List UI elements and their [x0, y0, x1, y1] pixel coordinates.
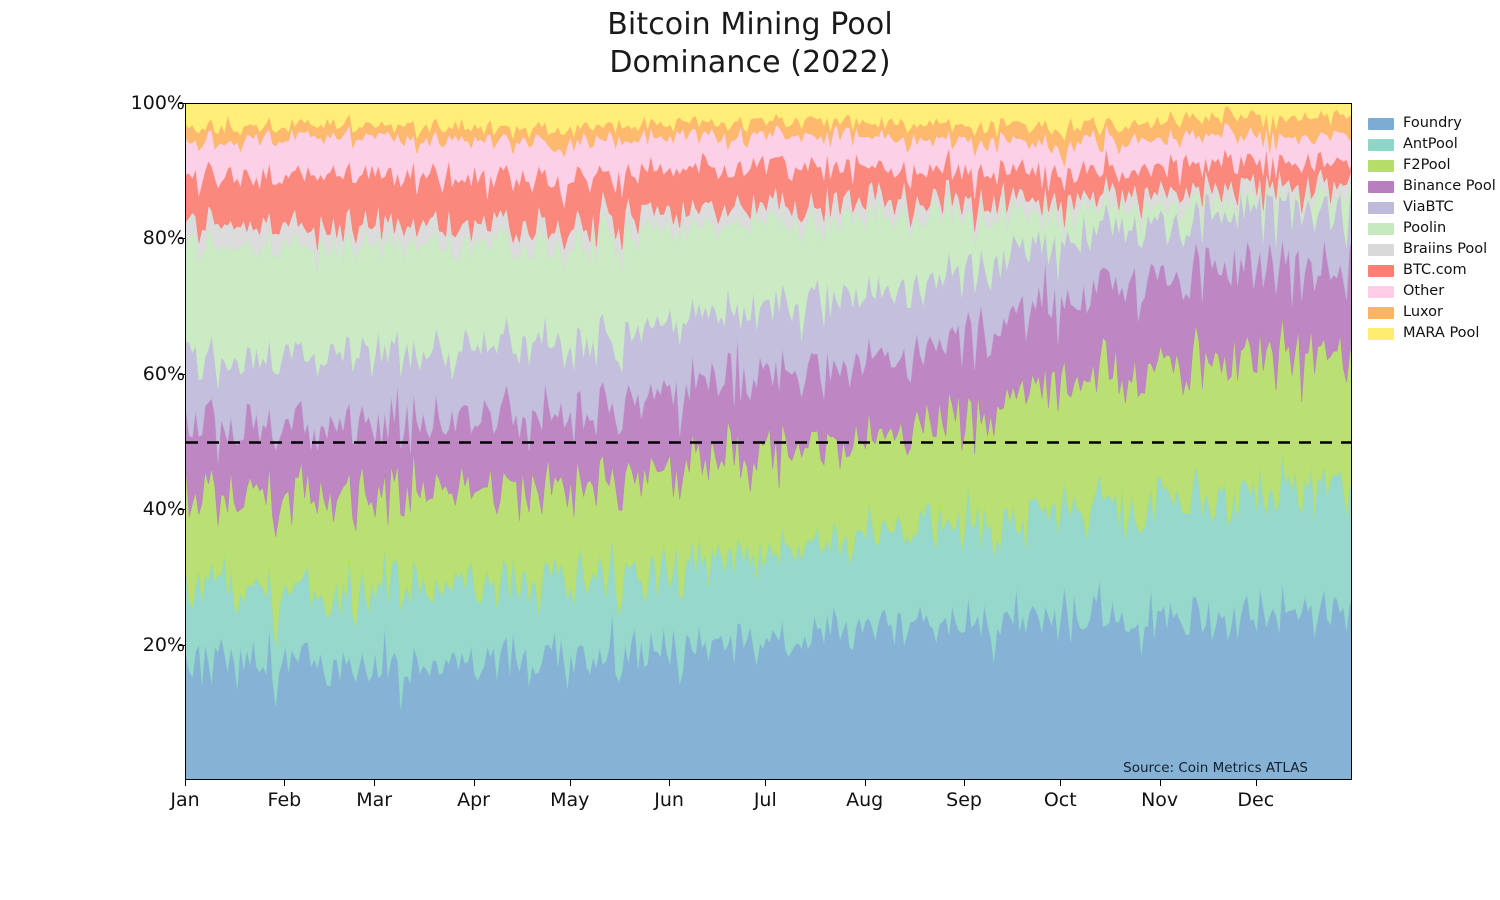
x-tick-mark [765, 780, 767, 786]
stacked-area-chart [186, 104, 1351, 779]
legend-swatch-icon [1368, 180, 1394, 193]
legend-item-mara-pool[interactable]: MARA Pool [1368, 323, 1496, 344]
y-tick-mark [179, 509, 185, 511]
x-tick-label: Sep [946, 789, 982, 811]
x-tick-label: Mar [356, 789, 393, 811]
x-tick-mark [1060, 780, 1062, 786]
legend-swatch-icon [1368, 201, 1394, 214]
x-tick-mark [473, 780, 475, 786]
legend-swatch-icon [1368, 138, 1394, 151]
x-tick-label: Aug [846, 789, 884, 811]
legend-swatch-icon [1368, 222, 1394, 235]
legend-swatch-icon [1368, 117, 1394, 130]
legend-item-btc-com[interactable]: BTC.com [1368, 260, 1496, 281]
legend-label: Other [1403, 283, 1445, 300]
x-tick-mark [374, 780, 376, 786]
y-tick-mark [179, 103, 185, 104]
legend-swatch-icon [1368, 327, 1394, 340]
plot-area [185, 103, 1352, 780]
x-tick-label: Feb [267, 789, 302, 811]
x-tick-label: May [550, 789, 590, 811]
legend-item-binance-pool[interactable]: Binance Pool [1368, 176, 1496, 197]
x-tick-label: Apr [457, 789, 490, 811]
legend-item-other[interactable]: Other [1368, 281, 1496, 302]
legend-label: F2Pool [1403, 157, 1451, 174]
legend-label: Luxor [1403, 304, 1443, 321]
legend-item-luxor[interactable]: Luxor [1368, 302, 1496, 323]
x-tick-mark [284, 780, 286, 786]
legend-swatch-icon [1368, 159, 1394, 172]
legend-label: Binance Pool [1403, 178, 1496, 195]
legend: Foundry AntPool F2Pool Binance Pool ViaBTC Po… [1368, 113, 1496, 344]
x-tick-mark [1159, 780, 1161, 786]
legend-item-f2pool[interactable]: F2Pool [1368, 155, 1496, 176]
title-line-1: Bitcoin Mining Pool [607, 7, 893, 42]
x-tick-label: Dec [1237, 789, 1275, 811]
x-tick-label: Jan [170, 789, 200, 811]
legend-swatch-icon [1368, 243, 1394, 256]
title-line-2: Dominance (2022) [609, 45, 891, 81]
legend-item-foundry[interactable]: Foundry [1368, 113, 1496, 134]
x-tick-mark [669, 780, 671, 786]
x-tick-mark [964, 780, 966, 786]
legend-label: Poolin [1403, 220, 1447, 237]
y-tick-mark [179, 644, 185, 646]
source-annotation: Source: Coin Metrics ATLAS [1123, 760, 1308, 776]
page-title: Bitcoin Mining Pool Dominance (2022) [0, 6, 1500, 83]
legend-label: BTC.com [1403, 262, 1467, 279]
legend-item-braiins-pool[interactable]: Braiins Pool [1368, 239, 1496, 260]
x-tick-mark [569, 780, 571, 786]
x-tick-mark [864, 780, 866, 786]
legend-swatch-icon [1368, 264, 1394, 277]
legend-label: AntPool [1403, 136, 1458, 153]
legend-swatch-icon [1368, 306, 1394, 319]
x-tick-label: Oct [1043, 789, 1077, 811]
x-tick-label: Jul [753, 789, 777, 811]
x-tick-mark [185, 780, 186, 786]
y-tick-label: 100% [130, 92, 185, 114]
legend-label: ViaBTC [1403, 199, 1454, 216]
y-tick-mark [179, 373, 185, 375]
x-tick-mark [1255, 780, 1257, 786]
legend-label: MARA Pool [1403, 325, 1480, 342]
legend-swatch-icon [1368, 285, 1394, 298]
legend-item-poolin[interactable]: Poolin [1368, 218, 1496, 239]
legend-item-viabtc[interactable]: ViaBTC [1368, 197, 1496, 218]
y-tick-mark [179, 238, 185, 240]
x-tick-label: Jun [654, 789, 684, 811]
legend-item-antpool[interactable]: AntPool [1368, 134, 1496, 155]
chart-figure: Bitcoin Mining Pool Dominance (2022) Sou… [0, 0, 1500, 900]
x-tick-label: Nov [1141, 789, 1179, 811]
legend-label: Braiins Pool [1403, 241, 1488, 258]
legend-label: Foundry [1403, 115, 1462, 132]
